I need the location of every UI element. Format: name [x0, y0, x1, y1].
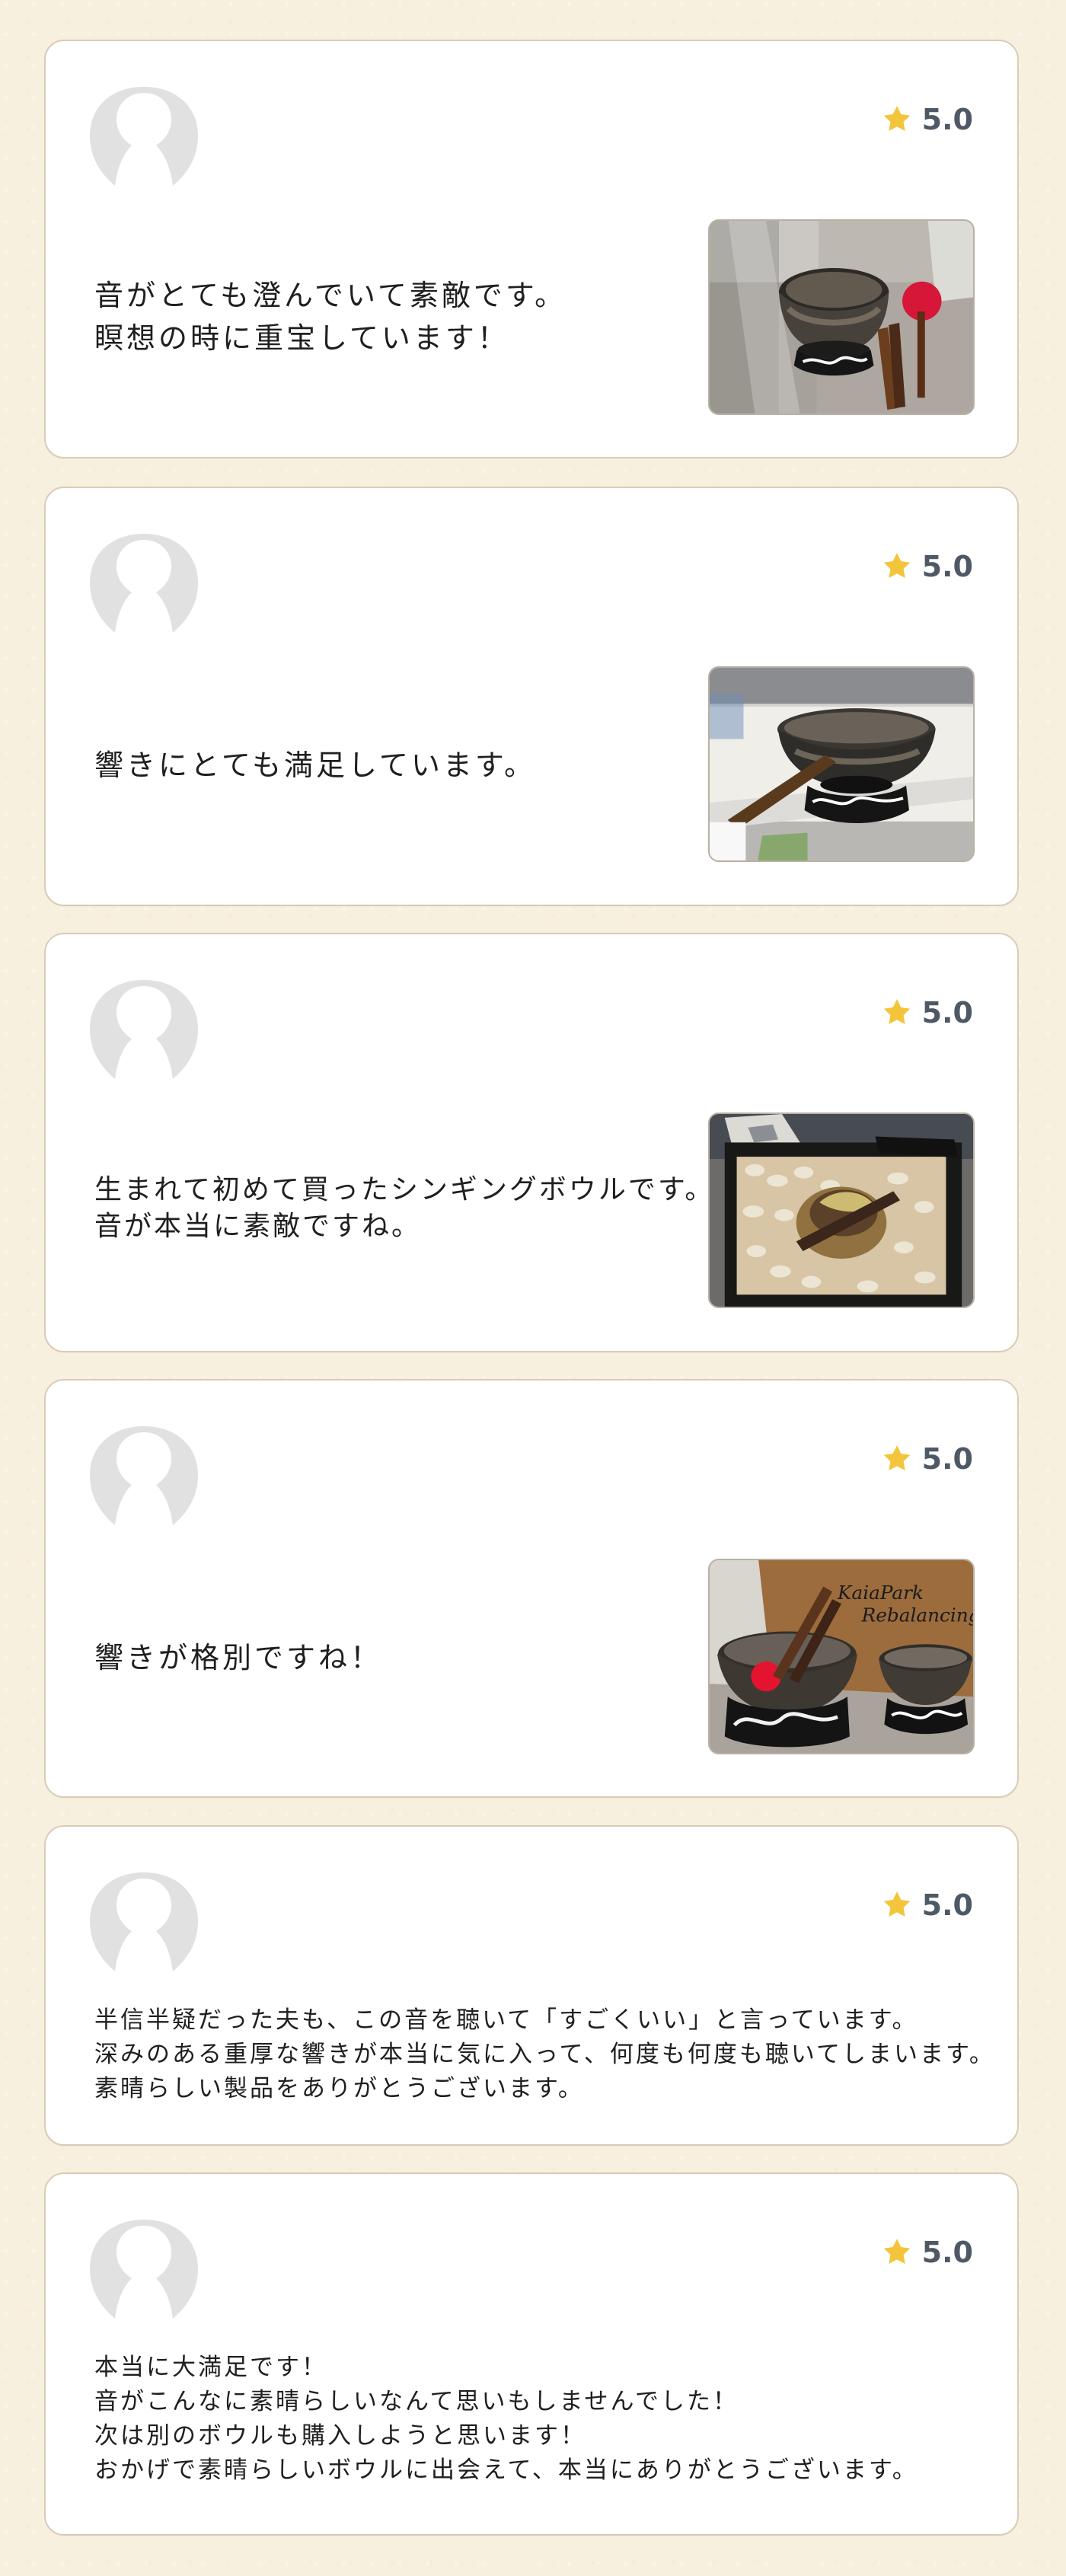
- rating: 5.0: [881, 547, 973, 586]
- package-label: Rebalancing: [861, 1604, 973, 1626]
- star-icon: [883, 2239, 910, 2264]
- singing-bowl-photo: [708, 666, 975, 862]
- rating-value: 5.0: [921, 996, 973, 1029]
- review-text: 音がとても澄んでいて素敵です。 瞑想の時に重宝しています！: [94, 279, 567, 355]
- star-icon: [883, 106, 910, 131]
- review-card: 5.0 響きが格別ですね！ KaiaPark Rebalancing: [44, 1379, 1019, 1798]
- user-placeholder-icon: [90, 534, 198, 633]
- review-text: 半信半疑だった夫も、この音を聴いて「すごくいい」と言っています。 深みのある重厚…: [94, 2006, 995, 2102]
- rating: 5.0: [881, 101, 973, 139]
- review-text: 生まれて初めて買ったシンギングボウルです。 音が本当に素敵ですね。: [94, 1174, 715, 1242]
- rating: 5.0: [881, 1440, 973, 1478]
- star-icon: [883, 1445, 910, 1470]
- user-placeholder-icon: [90, 980, 198, 1079]
- review-card: 5.0 半信半疑だった夫も、この音を聴いて「すごくいい」と言っています。 深みの…: [44, 1825, 1019, 2146]
- package-label: KaiaPark: [837, 1582, 924, 1604]
- review-card: 5.0 音がとても澄んでいて素敵です。 瞑想の時に重宝しています！: [44, 40, 1019, 458]
- singing-bowl-photo: KaiaPark Rebalancing: [708, 1559, 975, 1754]
- rating-value: 5.0: [921, 550, 973, 583]
- rating: 5.0: [881, 994, 973, 1032]
- star-icon: [883, 553, 910, 578]
- review-card: 5.0 響きにとても満足しています。: [44, 487, 1019, 906]
- rating-value: 5.0: [921, 2236, 973, 2269]
- singing-bowl-photo: [708, 1112, 975, 1308]
- user-placeholder-icon: [90, 1872, 198, 1971]
- rating-value: 5.0: [921, 1888, 973, 1922]
- rating-value: 5.0: [921, 1442, 973, 1476]
- rating: 5.0: [881, 2233, 973, 2271]
- star-icon: [883, 999, 910, 1024]
- review-card: 5.0 生まれて初めて買ったシンギングボウルです。 音が本当に素敵ですね。: [44, 933, 1019, 1352]
- user-placeholder-icon: [90, 87, 198, 186]
- review-card: 5.0 本当に大満足です！ 音がこんなに素晴らしいなんて思いもしませんでした！ …: [44, 2172, 1019, 2536]
- review-text: 響きが格別ですね！: [94, 1641, 383, 1674]
- rating-value: 5.0: [921, 103, 973, 136]
- review-text: 本当に大満足です！ 音がこんなに素晴らしいなんて思いもしませんでした！ 次は別の…: [94, 2354, 918, 2484]
- user-placeholder-icon: [90, 2220, 198, 2319]
- singing-bowl-photo: [708, 219, 975, 415]
- user-placeholder-icon: [90, 1426, 198, 1525]
- star-icon: [883, 1891, 910, 1917]
- rating: 5.0: [881, 1886, 973, 1924]
- review-text: 響きにとても満足しています。: [94, 749, 537, 782]
